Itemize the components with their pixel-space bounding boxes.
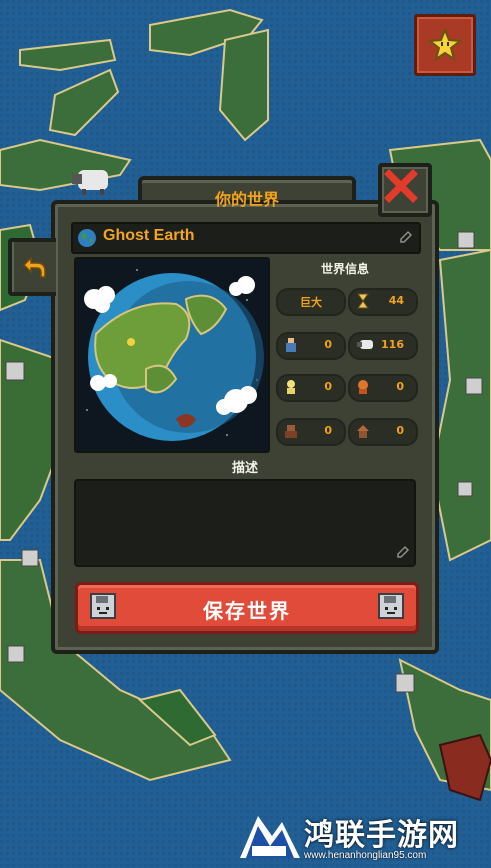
stat-age-value: 44 [388,294,404,307]
hourglass-icon [357,293,369,309]
world-info-title: 世界信息 [320,262,369,276]
back-button[interactable] [8,238,56,296]
stat-humans: 0 [276,332,346,360]
stat-dwarves: 0 [348,374,418,402]
world-name: Ghost Earth [103,227,195,244]
stat-orcs: 0 [276,418,346,446]
stat-elves: 0 [276,374,346,402]
stat-elves-value: 0 [324,380,332,393]
stat-animals-value: 116 [381,338,404,351]
watermark-url: www.henanhonglian95.com [304,850,427,861]
house-icon [357,425,369,438]
close-button[interactable] [378,163,432,217]
description-title: 描述 [231,461,258,476]
floppy-disk-icon [378,593,404,619]
stat-age: 44 [348,288,418,316]
dialog-title: 你的世界 [214,190,279,209]
stat-size: 巨大 [276,288,346,316]
stat-orcs-value: 0 [324,424,332,437]
star-icon [428,28,462,62]
orc-icon [285,425,297,438]
close-icon [384,169,418,203]
site-watermark: 鸿联手游网 www.henanhonglian95.com [236,808,491,868]
world-preview [74,257,270,453]
favorite-star-button[interactable] [414,14,476,76]
world-name-field[interactable]: Ghost Earth [71,222,421,254]
save-world-button[interactable]: 保存世界 [75,582,419,634]
globe-icon [78,229,96,247]
stat-animals: 116 [348,332,418,360]
stat-villages: 0 [348,418,418,446]
watermark-title: 鸿联手游网 [304,818,459,853]
dwarf-icon [358,380,368,394]
sheep-icon [357,340,373,349]
pencil-icon[interactable] [396,545,410,559]
stat-dwarves-value: 0 [396,380,404,393]
stat-humans-value: 0 [324,338,332,351]
stat-size-value: 巨大 [300,296,322,309]
save-world-label: 保存世界 [203,599,291,623]
planet-image [76,259,268,451]
bison-logo-icon [240,816,300,858]
elf-icon [287,380,295,394]
stat-villages-value: 0 [396,424,404,437]
human-icon [286,338,296,352]
back-arrow-icon [22,256,46,278]
pencil-icon[interactable] [399,230,413,244]
description-field[interactable] [74,479,416,567]
